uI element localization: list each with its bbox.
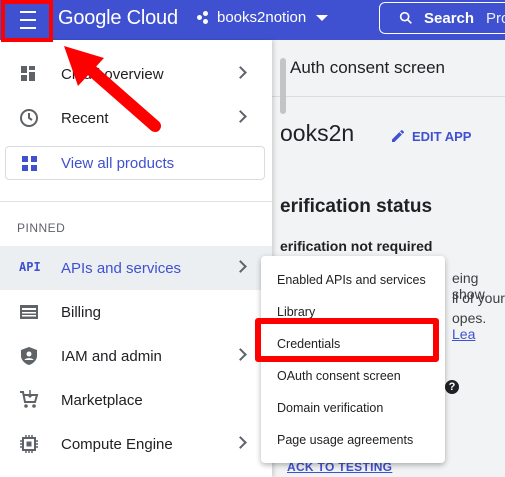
chevron-down-icon xyxy=(316,14,329,21)
page-title: Auth consent screen xyxy=(290,58,445,77)
info-text-line: opes. Lea xyxy=(452,310,505,342)
submenu-item-oauth-consent[interactable]: OAuth consent screen xyxy=(277,369,401,383)
grid-icon xyxy=(22,156,37,171)
sidebar-item-cloud-overview[interactable]: Cloud overview xyxy=(0,52,272,96)
learn-more-link[interactable]: Lea xyxy=(452,326,475,342)
sidebar-item-label: Billing xyxy=(61,303,102,321)
api-icon: API xyxy=(19,260,41,274)
pencil-icon xyxy=(392,129,405,142)
annotation-highlight-credentials xyxy=(255,318,439,362)
google-cloud-logo[interactable]: Google Cloud xyxy=(58,7,178,30)
sidebar-item-label: Marketplace xyxy=(61,391,143,409)
search-bar[interactable]: Search Pro xyxy=(379,2,505,34)
sidebar-item-billing[interactable]: Billing xyxy=(0,290,272,334)
cart-icon xyxy=(20,390,39,408)
clock-icon xyxy=(20,109,38,127)
sidebar-item-label: IAM and admin xyxy=(61,347,162,365)
sidebar-item-label: Compute Engine xyxy=(61,435,173,453)
project-icon xyxy=(197,10,211,25)
edit-app-label: EDIT APP xyxy=(412,128,472,144)
billing-icon xyxy=(20,305,38,319)
submenu-item-page-usage[interactable]: Page usage agreements xyxy=(277,433,413,447)
annotation-highlight-menu xyxy=(1,0,53,42)
edit-app-button[interactable]: EDIT APP xyxy=(390,128,471,144)
view-all-label: View all products xyxy=(61,155,175,172)
sidebar-item-iam-and-admin[interactable]: IAM and admin xyxy=(0,334,272,378)
sidebar-item-label: Recent xyxy=(61,109,109,127)
sidebar-item-compute-engine[interactable]: Compute Engine xyxy=(0,422,272,466)
verification-status-heading: erification status xyxy=(280,196,433,217)
submenu-item-library[interactable]: Library xyxy=(277,305,315,319)
chevron-right-icon xyxy=(234,436,247,449)
scrollbar[interactable] xyxy=(280,58,286,114)
chip-icon xyxy=(20,435,38,453)
app-name: ooks2n xyxy=(280,120,355,146)
project-name: books2notion xyxy=(217,9,307,26)
verification-not-required: erification not required xyxy=(280,238,433,254)
submenu-item-domain-verification[interactable]: Domain verification xyxy=(277,401,383,415)
help-icon[interactable]: ? xyxy=(445,380,459,394)
project-selector[interactable]: books2notion xyxy=(197,9,329,26)
view-all-products-button[interactable]: View all products xyxy=(5,146,265,180)
top-bar: Google Cloud books2notion Search Pro xyxy=(0,0,505,40)
search-label: Search xyxy=(424,9,475,27)
search-icon xyxy=(399,11,412,24)
divider xyxy=(272,96,505,97)
sidebar-item-recent[interactable]: Recent xyxy=(0,96,272,140)
chevron-right-icon xyxy=(234,260,247,273)
submenu-item-enabled-apis[interactable]: Enabled APIs and services xyxy=(277,273,426,287)
dashboard-icon xyxy=(21,66,35,81)
nav-drawer: Cloud overview Recent View all products … xyxy=(0,40,272,477)
divider xyxy=(0,201,272,202)
chevron-right-icon xyxy=(234,66,247,79)
info-text: opes. xyxy=(452,310,487,326)
shield-icon xyxy=(21,347,37,365)
chevron-right-icon xyxy=(234,348,247,361)
sidebar-item-label: APIs and services xyxy=(61,259,182,277)
sidebar-item-apis-and-services[interactable]: API APIs and services xyxy=(0,246,272,290)
sidebar-item-marketplace[interactable]: Marketplace xyxy=(0,378,272,422)
info-text-line: ll of your xyxy=(452,290,505,306)
sidebar-item-label: Cloud overview xyxy=(61,65,164,83)
chevron-right-icon xyxy=(234,110,247,123)
search-placeholder: Pro xyxy=(486,9,505,27)
pinned-heading: PINNED xyxy=(17,221,66,235)
